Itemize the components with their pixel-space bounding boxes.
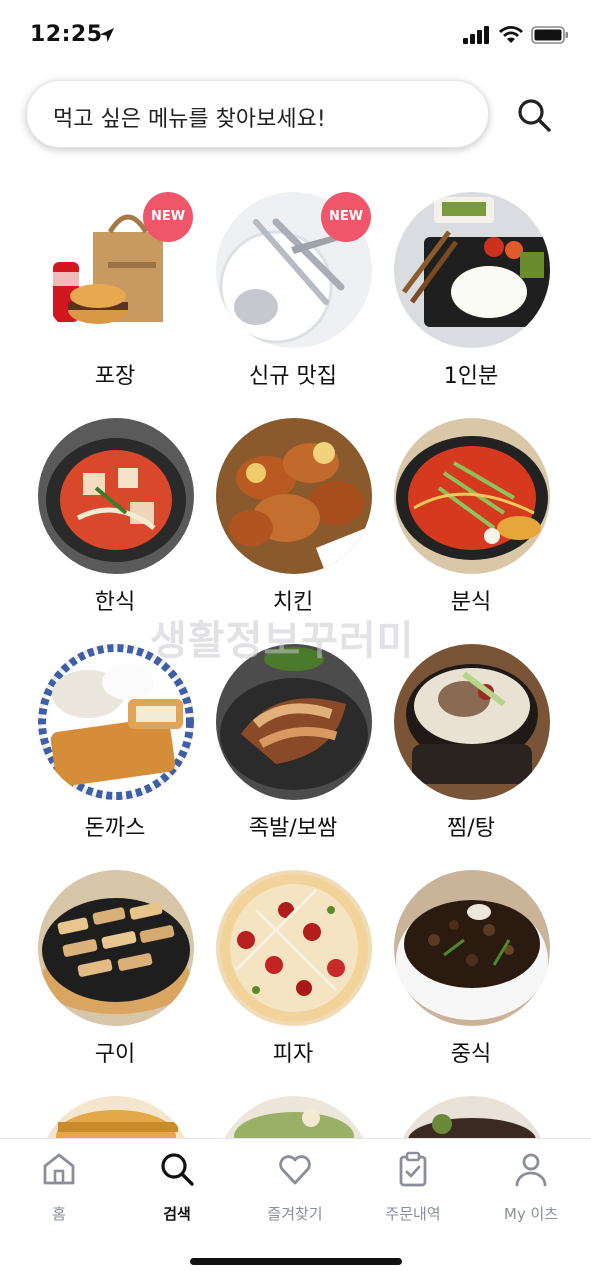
category-item[interactable]: 피자 [203, 868, 383, 1088]
tab-my-eats[interactable]: My 이츠 [472, 1147, 590, 1227]
category-label: 치킨 [272, 590, 314, 615]
category-label: 돈까스 [84, 816, 146, 841]
search-input[interactable]: 먹고 싶은 메뉴를 찾아보세요! [26, 80, 489, 148]
category-item[interactable]: 중식 [381, 868, 561, 1088]
category-image [394, 870, 550, 1026]
category-image [38, 644, 194, 800]
wifi-icon [499, 26, 523, 43]
tab-label: 검색 [163, 1205, 191, 1223]
heart-icon [279, 1155, 311, 1185]
category-image [394, 192, 550, 348]
search-placeholder: 먹고 싶은 메뉴를 찾아보세요! [53, 107, 326, 132]
new-badge: NEW [143, 192, 193, 242]
tab-label: My 이츠 [503, 1205, 559, 1223]
category-item[interactable]: NEW 신규 맛집 [203, 190, 383, 410]
search-icon [161, 1153, 194, 1186]
category-label: 피자 [272, 1042, 314, 1067]
tab-label: 홈 [52, 1205, 66, 1223]
status-time: 12:25 [30, 22, 103, 47]
battery-icon [531, 26, 568, 44]
category-item[interactable]: 돈까스 [25, 642, 205, 862]
category-label: 한식 [94, 590, 136, 615]
signal-icon [463, 26, 489, 44]
new-badge: NEW [321, 192, 371, 242]
tab-label: 즐겨찾기 [267, 1205, 323, 1223]
home-indicator [190, 1258, 402, 1265]
clipboard-icon [399, 1151, 427, 1187]
status-icons [463, 26, 569, 44]
category-image [38, 418, 194, 574]
category-item[interactable]: NEW 포장 [25, 190, 205, 410]
category-label: 구이 [94, 1042, 136, 1067]
category-label: 포장 [94, 364, 136, 389]
category-image [216, 418, 372, 574]
category-item[interactable]: 족발/보쌈 [203, 642, 383, 862]
category-image [38, 870, 194, 1026]
category-image [216, 870, 372, 1026]
search-row: 먹고 싶은 메뉴를 찾아보세요! [0, 80, 591, 150]
tab-home[interactable]: 홈 [0, 1147, 118, 1227]
category-item[interactable]: 한식 [25, 416, 205, 636]
tab-orders[interactable]: 주문내역 [354, 1147, 472, 1227]
category-image [216, 644, 372, 800]
category-item[interactable]: 분식 [381, 416, 561, 636]
category-label: 1인분 [443, 364, 499, 389]
category-label: 중식 [450, 1042, 492, 1067]
status-bar: 12:25 [0, 0, 591, 72]
tab-favorites[interactable]: 즐겨찾기 [236, 1147, 354, 1227]
tab-search[interactable]: 검색 [118, 1147, 236, 1227]
category-item[interactable]: 1인분 [381, 190, 561, 410]
category-item[interactable]: 구이 [25, 868, 205, 1088]
tab-label: 주문내역 [385, 1205, 441, 1223]
category-label: 찜/탕 [447, 816, 495, 841]
category-label: 신규 맛집 [249, 364, 337, 389]
category-label: 족발/보쌈 [248, 816, 338, 841]
category-item[interactable]: 찜/탕 [381, 642, 561, 862]
category-image [394, 418, 550, 574]
search-icon[interactable] [513, 94, 555, 136]
location-arrow-icon [100, 28, 114, 42]
home-icon [43, 1153, 75, 1185]
category-image [394, 644, 550, 800]
category-label: 분식 [450, 590, 492, 615]
category-item[interactable]: 치킨 [203, 416, 383, 636]
person-icon [515, 1153, 547, 1187]
